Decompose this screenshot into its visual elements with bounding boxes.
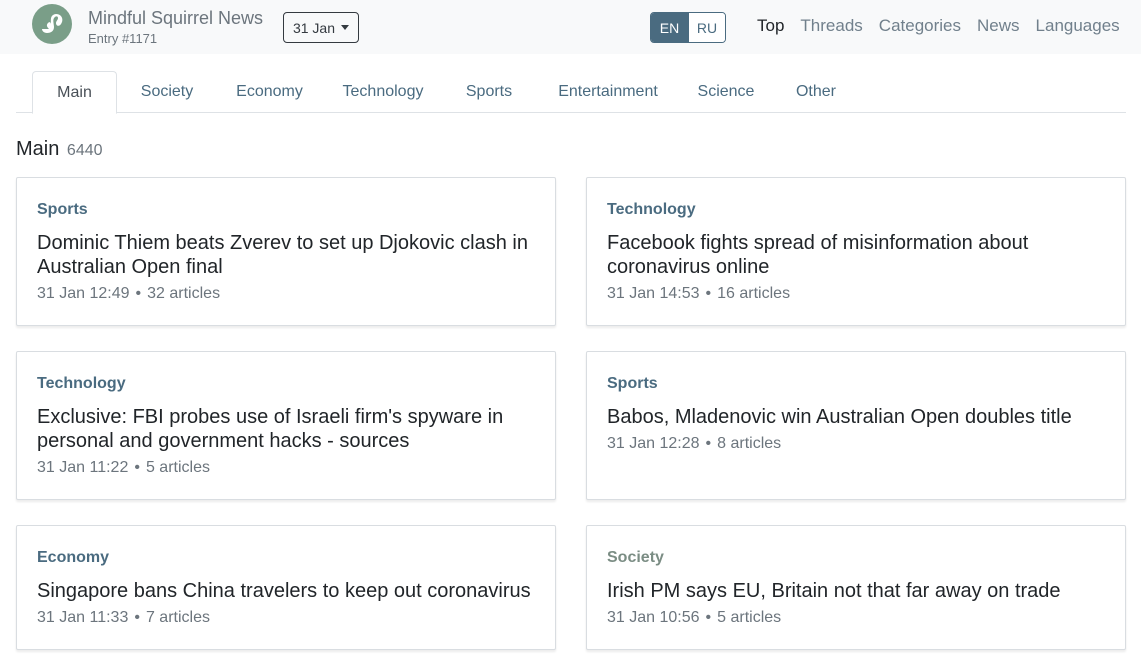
date-dropdown-button[interactable]: 31 Jan [283, 12, 359, 43]
card-meta: 31 Jan 12:49 • 32 articles [37, 285, 220, 303]
separator-dot: • [705, 435, 712, 452]
separator-dot: • [135, 285, 142, 302]
section-heading: Main 6440 [16, 138, 103, 161]
nav-languages[interactable]: Languages [1036, 16, 1120, 36]
main-nav: Top Threads Categories News Languages [757, 16, 1120, 36]
card-article-count[interactable]: 7 articles [146, 609, 210, 626]
card-category[interactable]: Society [607, 549, 664, 567]
tab-other[interactable]: Other [770, 71, 862, 113]
card-time: 31 Jan 12:28 [607, 435, 700, 452]
card-article-count[interactable]: 8 articles [717, 435, 781, 452]
news-card[interactable]: Sports Babos, Mladenovic win Australian … [586, 351, 1126, 500]
card-category[interactable]: Sports [607, 375, 658, 393]
news-card[interactable]: Technology Facebook fights spread of mis… [586, 177, 1126, 326]
card-category[interactable]: Technology [607, 201, 696, 219]
card-meta: 31 Jan 14:53 • 16 articles [607, 285, 790, 303]
card-time: 31 Jan 14:53 [607, 285, 700, 302]
caret-down-icon [341, 25, 350, 30]
separator-dot: • [705, 285, 712, 302]
top-navbar: Mindful Squirrel News Entry #1171 31 Jan… [0, 0, 1141, 54]
tab-technology[interactable]: Technology [322, 71, 444, 113]
tab-main[interactable]: Main [32, 71, 117, 114]
card-article-count[interactable]: 32 articles [147, 285, 220, 302]
card-title[interactable]: Singapore bans China travelers to keep o… [37, 579, 542, 603]
card-title[interactable]: Dominic Thiem beats Zverev to set up Djo… [37, 231, 542, 279]
card-article-count[interactable]: 5 articles [146, 459, 210, 476]
section-count: 6440 [66, 142, 103, 159]
card-title[interactable]: Facebook fights spread of misinformation… [607, 231, 1112, 279]
separator-dot: • [134, 609, 140, 626]
language-ru-button[interactable]: RU [688, 13, 725, 42]
category-tabs: Main Society Economy Technology Sports E… [16, 71, 1126, 114]
card-meta: 31 Jan 12:28 • 8 articles [607, 435, 781, 453]
tab-science[interactable]: Science [682, 71, 770, 113]
card-meta: 31 Jan 10:56 • 5 articles [607, 609, 781, 627]
card-article-count[interactable]: 16 articles [717, 285, 790, 302]
news-card[interactable]: Technology Exclusive: FBI probes use of … [16, 351, 556, 500]
card-time: 31 Jan 12:49 [37, 285, 130, 302]
section-title: Main [16, 138, 60, 160]
card-category[interactable]: Sports [37, 201, 88, 219]
card-title[interactable]: Exclusive: FBI probes use of Israeli fir… [37, 405, 542, 453]
separator-dot: • [134, 459, 140, 476]
nav-news[interactable]: News [977, 16, 1020, 36]
date-label: 31 Jan [292, 19, 336, 36]
card-time: 31 Jan 11:22 [37, 459, 129, 476]
card-article-count[interactable]: 5 articles [717, 609, 781, 626]
card-title[interactable]: Babos, Mladenovic win Australian Open do… [607, 405, 1112, 429]
card-category[interactable]: Economy [37, 549, 109, 567]
card-time: 31 Jan 10:56 [607, 609, 700, 626]
card-meta: 31 Jan 11:22 • 5 articles [37, 459, 210, 477]
card-time: 31 Jan 11:33 [37, 609, 129, 626]
squirrel-icon[interactable] [32, 4, 72, 44]
card-meta: 31 Jan 11:33 • 7 articles [37, 609, 210, 627]
nav-categories[interactable]: Categories [879, 16, 961, 36]
language-switch: EN RU [650, 12, 726, 43]
tab-sports[interactable]: Sports [444, 71, 534, 113]
nav-top[interactable]: Top [757, 16, 784, 36]
card-title[interactable]: Irish PM says EU, Britain not that far a… [607, 579, 1112, 603]
brand-name[interactable]: Mindful Squirrel News [88, 8, 263, 29]
entry-label: Entry #1171 [88, 31, 158, 46]
language-en-button[interactable]: EN [651, 13, 688, 42]
tab-economy[interactable]: Economy [217, 71, 322, 113]
card-category[interactable]: Technology [37, 375, 126, 393]
tab-entertainment[interactable]: Entertainment [534, 71, 682, 113]
nav-threads[interactable]: Threads [800, 16, 862, 36]
tab-society[interactable]: Society [117, 71, 217, 113]
separator-dot: • [705, 609, 712, 626]
news-card[interactable]: Society Irish PM says EU, Britain not th… [586, 525, 1126, 650]
news-card[interactable]: Sports Dominic Thiem beats Zverev to set… [16, 177, 556, 326]
news-card[interactable]: Economy Singapore bans China travelers t… [16, 525, 556, 650]
